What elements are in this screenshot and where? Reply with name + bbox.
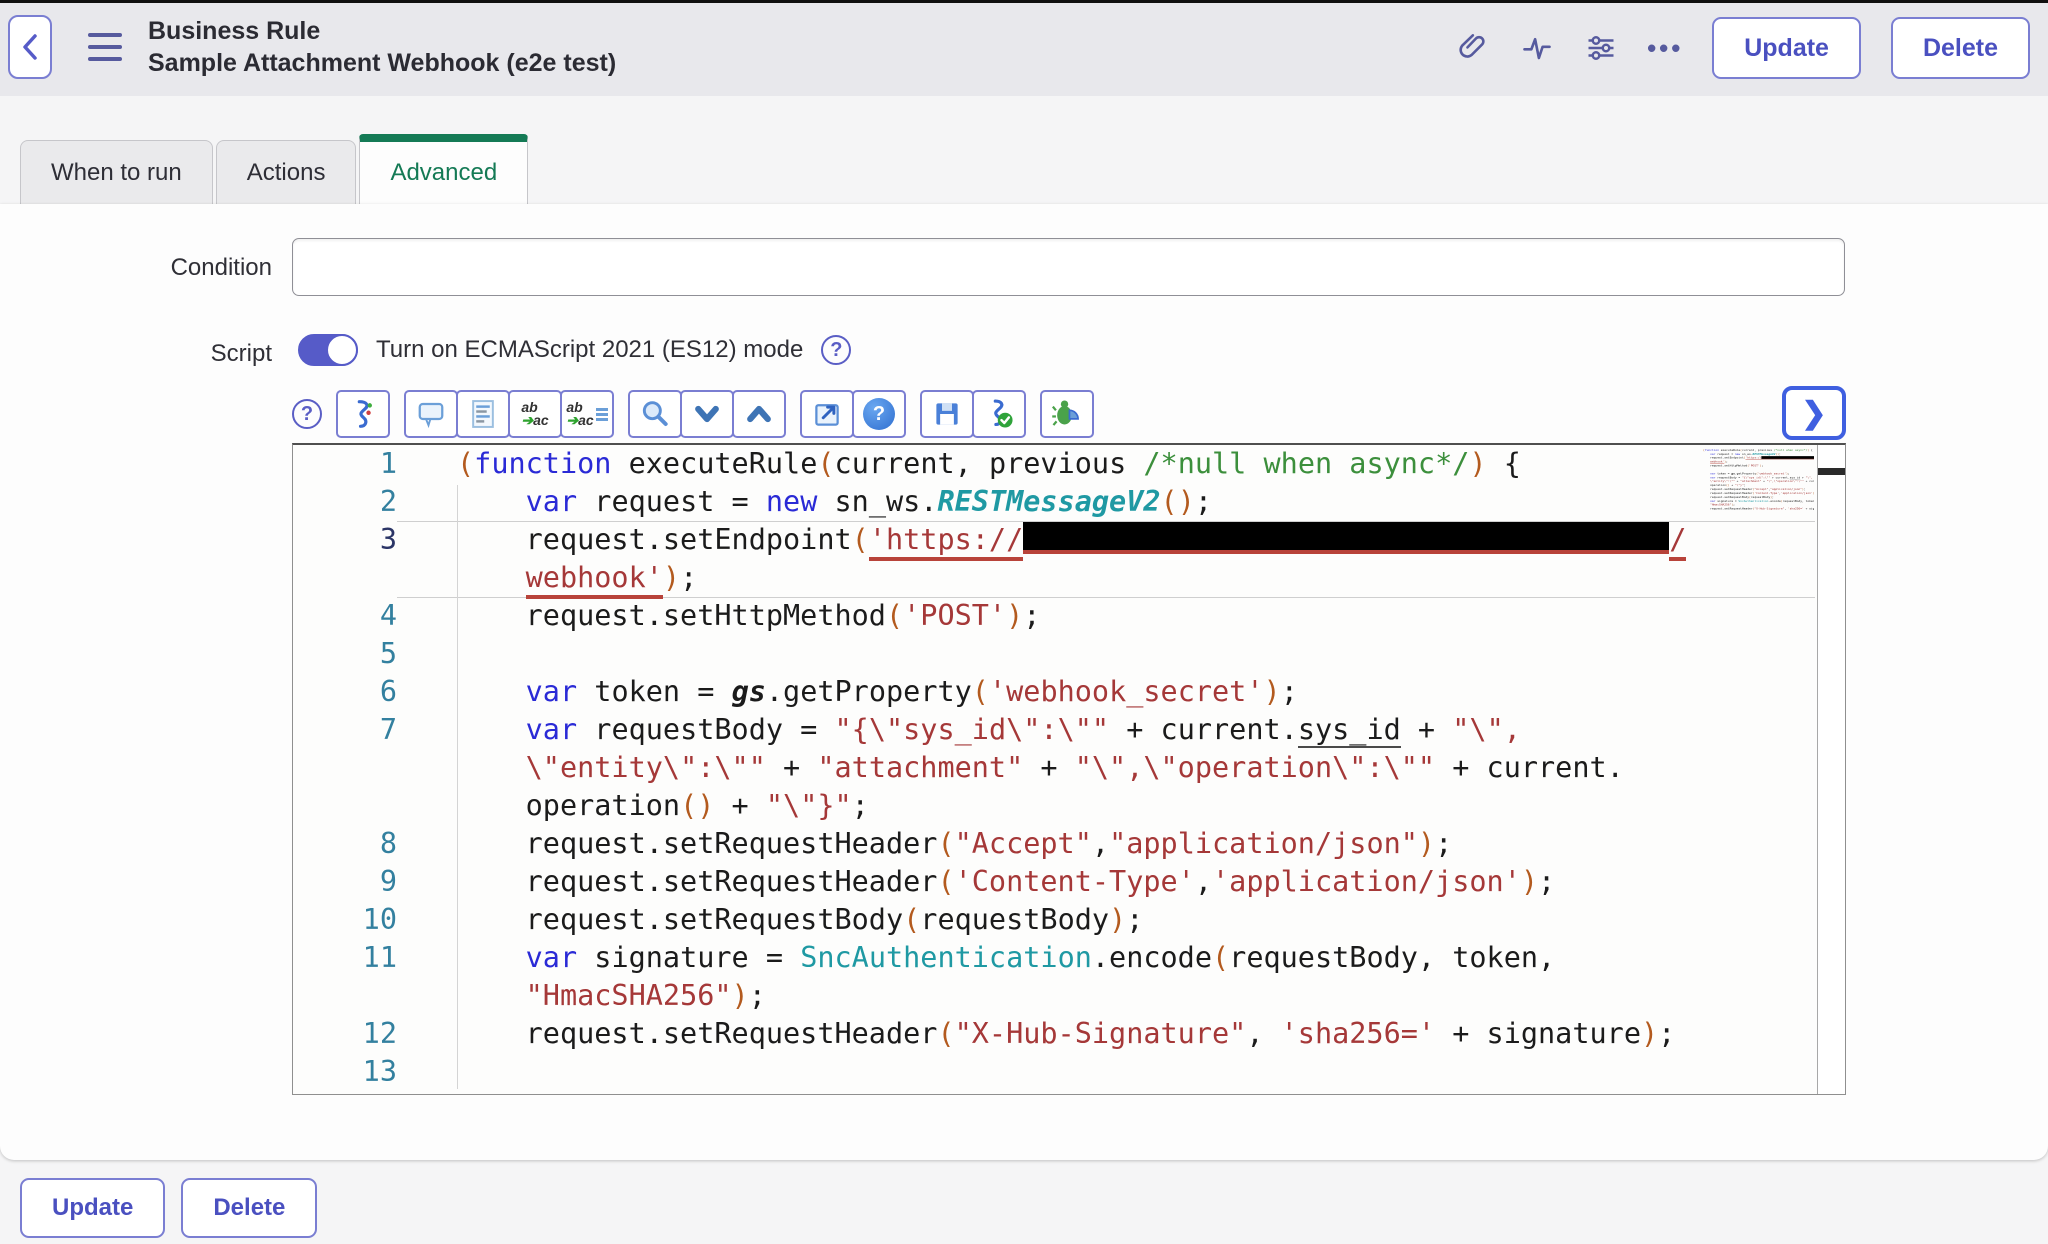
update-button[interactable]: Update: [1712, 17, 1861, 79]
chevron-left-icon: [19, 32, 41, 62]
es-mode-label: Turn on ECMAScript 2021 (ES12) mode: [376, 336, 803, 364]
editor-scrollbar[interactable]: [1817, 445, 1845, 1094]
es-mode-toggle[interactable]: [298, 334, 358, 366]
es-mode-help-icon[interactable]: ?: [821, 335, 851, 365]
code-rows[interactable]: 1(function executeRule(current, previous…: [293, 445, 1845, 1091]
record-header: Business Rule Sample Attachment Webhook …: [0, 3, 2048, 96]
activity-icon[interactable]: [1520, 31, 1554, 65]
delete-button[interactable]: Delete: [1891, 17, 2030, 79]
find-next-icon[interactable]: [680, 390, 734, 438]
more-icon[interactable]: •••: [1648, 31, 1682, 65]
script-editor-toolbar: ?: [292, 388, 1094, 440]
footer-delete-button[interactable]: Delete: [181, 1178, 317, 1238]
script-label: Script: [0, 340, 272, 368]
toggle-knob: [326, 334, 358, 366]
es-mode-row: Turn on ECMAScript 2021 (ES12) mode ?: [298, 330, 851, 370]
tab-when-to-run[interactable]: When to run: [20, 140, 213, 204]
macro-icon[interactable]: [336, 390, 390, 438]
condition-label: Condition: [0, 254, 272, 282]
tab-advanced[interactable]: Advanced: [359, 134, 528, 204]
debug-icon[interactable]: [1040, 390, 1094, 438]
page: Business Rule Sample Attachment Webhook …: [0, 0, 2048, 1244]
footer-actions: Update Delete: [20, 1178, 317, 1238]
script-editor[interactable]: 1(function executeRule(current, previous…: [292, 443, 1846, 1095]
save-icon[interactable]: [920, 390, 974, 438]
expand-editor-icon[interactable]: ❯: [1782, 386, 1846, 440]
editor-minimap[interactable]: 1(function executeRule(current, previous…: [1701, 448, 1814, 522]
footer-update-button[interactable]: Update: [20, 1178, 165, 1238]
record-title-block: Business Rule Sample Attachment Webhook …: [148, 15, 616, 79]
form-tabs: When to run Actions Advanced: [20, 134, 528, 204]
tab-actions[interactable]: Actions: [216, 140, 357, 204]
replace-icon[interactable]: ab➔ac: [508, 390, 562, 438]
record-name: Sample Attachment Webhook (e2e test): [148, 47, 616, 79]
find-previous-icon[interactable]: [732, 390, 786, 438]
condition-input[interactable]: [292, 238, 1845, 296]
context-menu-icon[interactable]: [88, 33, 122, 61]
format-code-icon[interactable]: [456, 390, 510, 438]
header-actions: ••• Update Delete: [1456, 17, 2030, 79]
editor-help-icon[interactable]: ?: [292, 399, 322, 429]
syntax-check-icon[interactable]: [972, 390, 1026, 438]
page-title: Business Rule: [148, 15, 616, 47]
attachment-icon[interactable]: [1456, 31, 1490, 65]
back-button[interactable]: [8, 15, 52, 79]
open-window-icon[interactable]: [800, 390, 854, 438]
advanced-tab-panel: Condition Script Turn on ECMAScript 2021…: [0, 204, 2048, 1160]
api-help-icon[interactable]: ?: [852, 390, 906, 438]
comment-icon[interactable]: [404, 390, 458, 438]
scrollbar-marker: [1818, 468, 1845, 475]
filter-icon[interactable]: [1584, 31, 1618, 65]
replace-all-icon[interactable]: ab➔ac: [560, 390, 614, 438]
search-icon[interactable]: [628, 390, 682, 438]
